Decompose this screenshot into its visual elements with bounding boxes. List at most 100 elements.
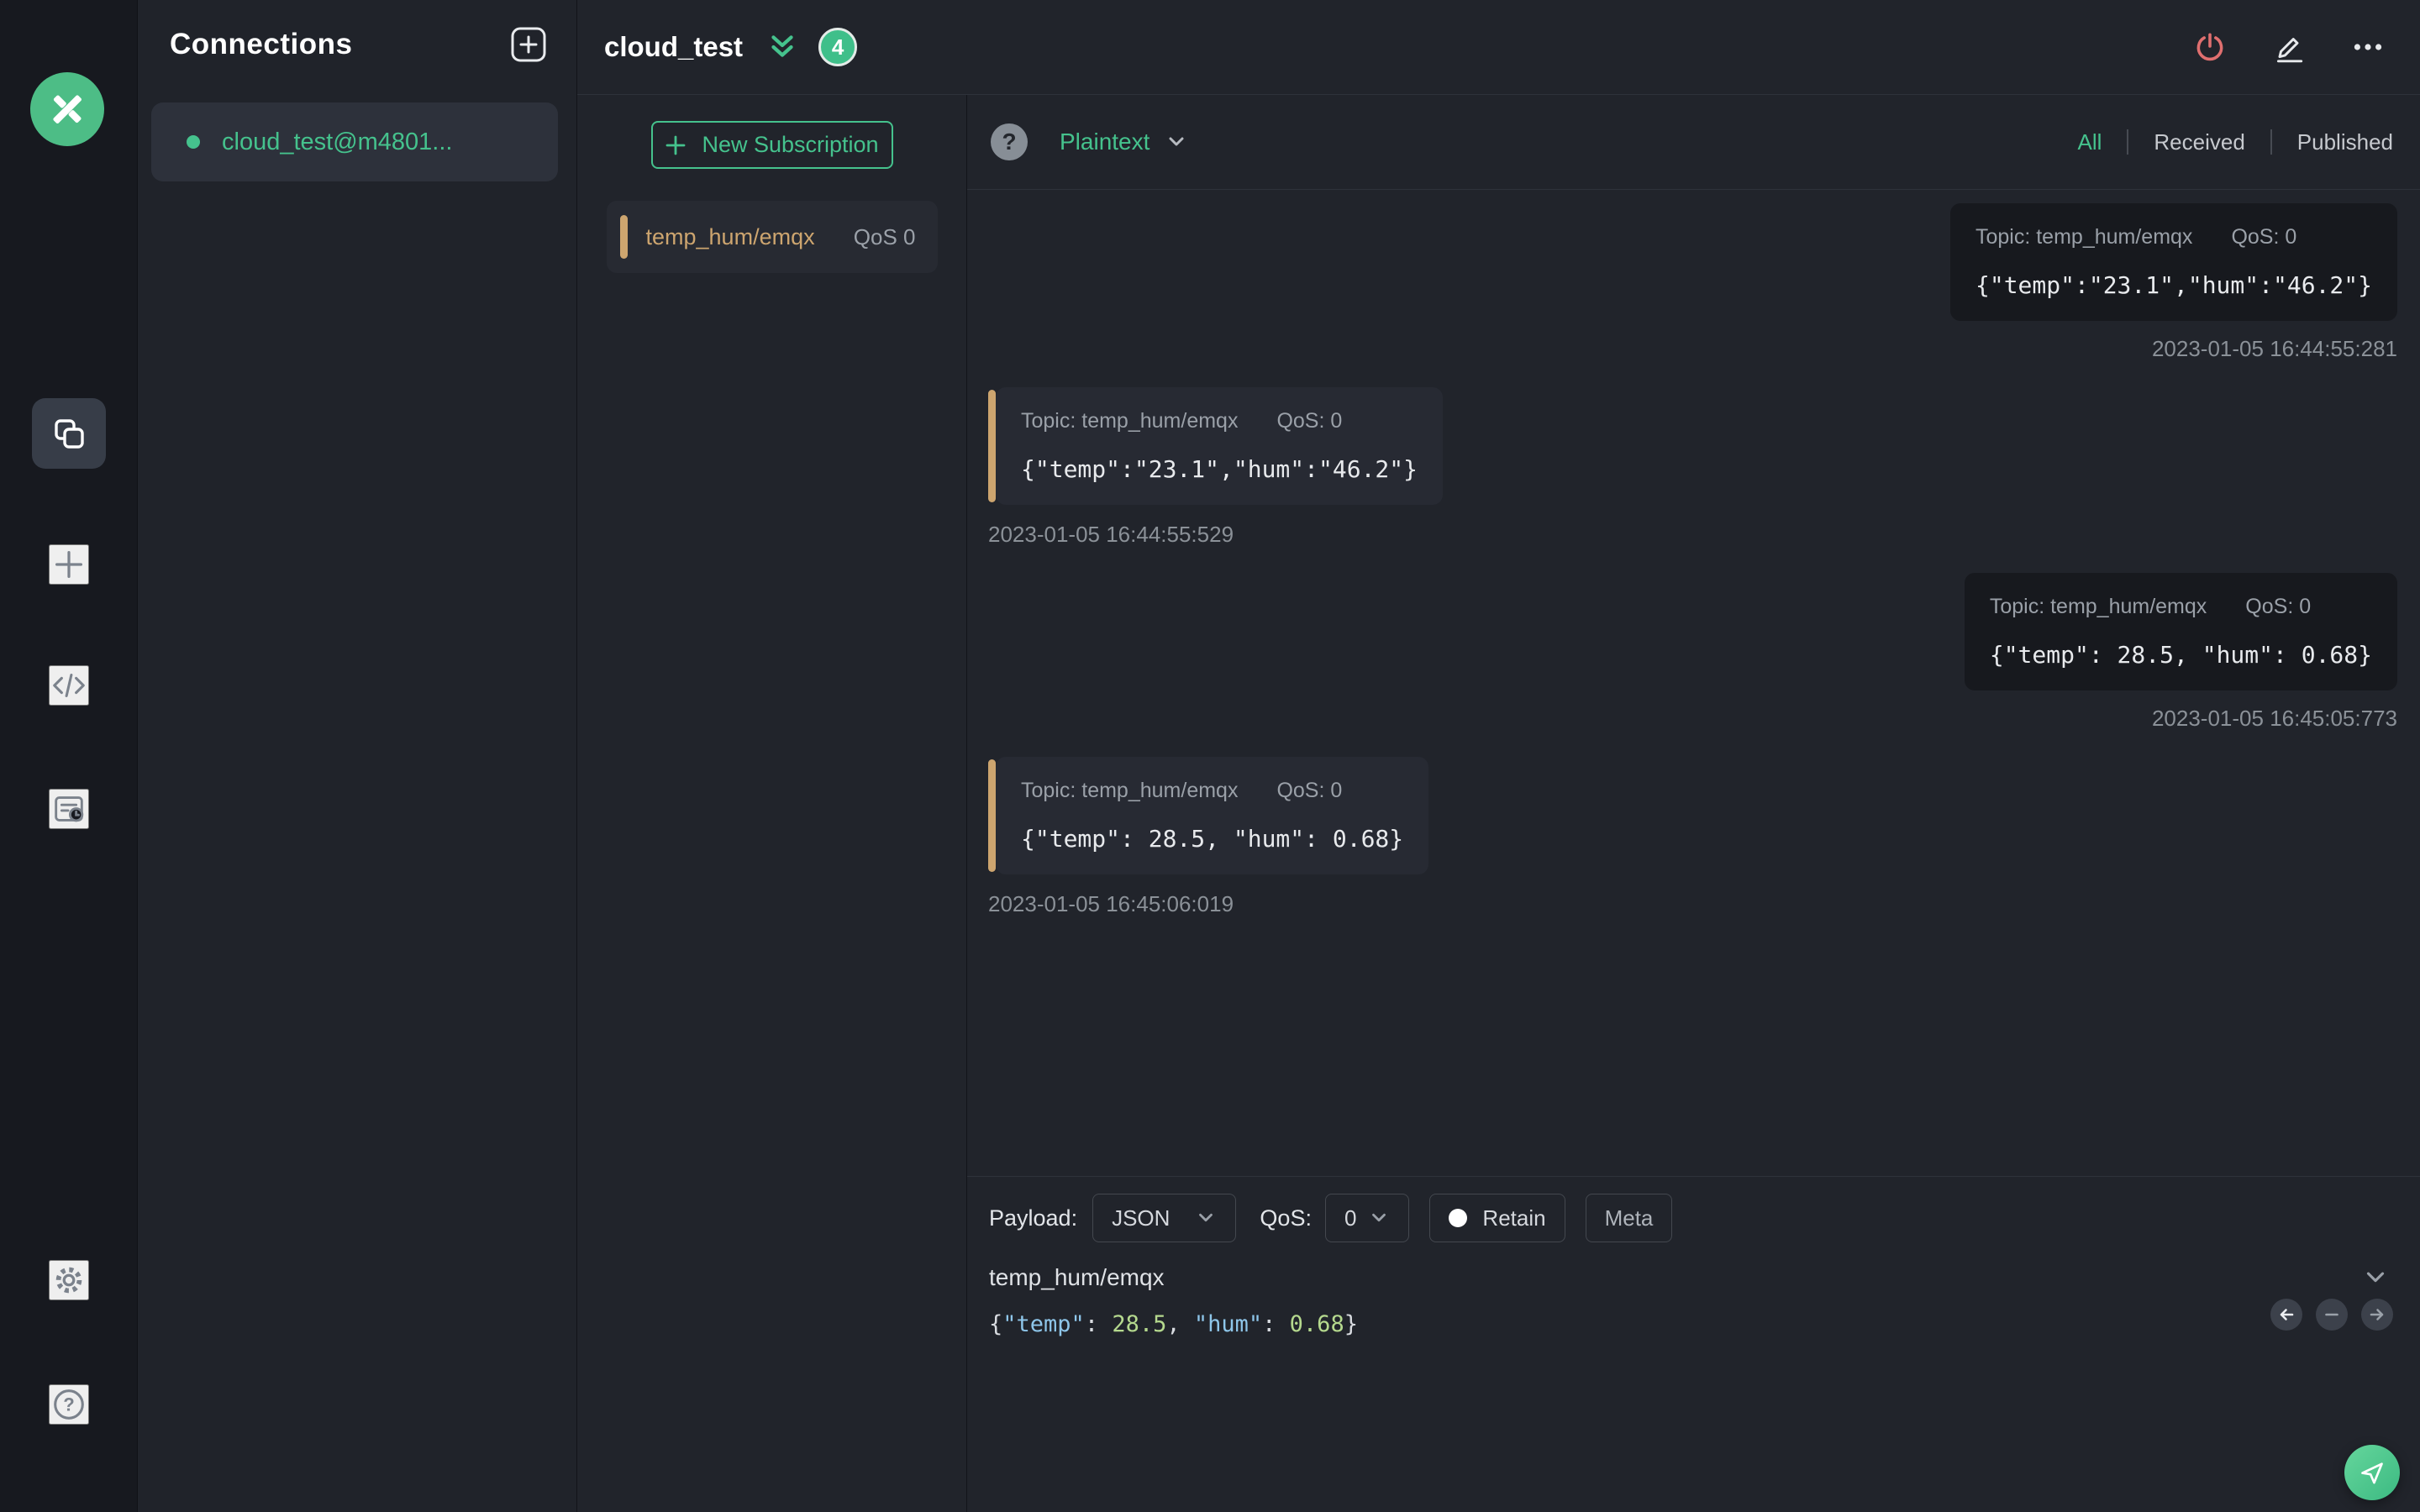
message-card: Topic: temp_hum/emqx QoS: 0 {"temp":"23.1… xyxy=(1949,203,2397,321)
filter-divider xyxy=(2127,129,2129,155)
history-next-button[interactable] xyxy=(2361,1299,2393,1331)
subscription-qos: QoS 0 xyxy=(853,223,916,249)
disconnect-button[interactable] xyxy=(2191,29,2228,66)
connected-status-dot xyxy=(187,135,200,149)
filter-divider xyxy=(2270,129,2272,155)
content-row: New Subscription temp_hum/emqx QoS 0 ? P… xyxy=(577,95,2420,1512)
qos-label: QoS: xyxy=(1260,1205,1312,1231)
publish-toolbar: Payload: JSON QoS: 0 Retain Meta xyxy=(989,1194,2390,1242)
message-qos: QoS: 0 xyxy=(1276,779,1343,802)
filter-received[interactable]: Received xyxy=(2154,129,2244,155)
more-options-button[interactable] xyxy=(2349,29,2386,66)
message-timestamp: 2023-01-05 16:45:05:773 xyxy=(2151,706,2397,731)
mqttx-logo-icon xyxy=(30,72,104,146)
add-connection-button[interactable] xyxy=(509,25,548,64)
editor-token: 0.68 xyxy=(1289,1311,1344,1337)
history-clear-button[interactable] xyxy=(2316,1299,2348,1331)
message-topic: Topic: temp_hum/emqx xyxy=(1021,409,1239,433)
message-published: Topic: temp_hum/emqx QoS: 0 {"temp":"23.1… xyxy=(1949,203,2397,362)
message-filters: All Received Published xyxy=(2077,129,2393,155)
topic-input-row: temp_hum/emqx xyxy=(989,1256,2390,1299)
edit-connection-button[interactable] xyxy=(2270,29,2307,66)
connection-item-label: cloud_test@m4801... xyxy=(222,128,453,155)
view-format-dropdown[interactable]: Plaintext xyxy=(1060,129,1188,155)
new-subscription-button[interactable]: New Subscription xyxy=(650,121,893,169)
message-bubble: Topic: temp_hum/emqx QoS: 0 {"temp": 28.5… xyxy=(988,757,1429,874)
message-qos: QoS: 0 xyxy=(1276,409,1343,433)
collapse-connection-button[interactable] xyxy=(766,31,798,63)
nav-log[interactable] xyxy=(49,789,89,829)
message-topic: Topic: temp_hum/emqx xyxy=(1989,595,2207,618)
topic-input[interactable]: temp_hum/emqx xyxy=(989,1264,2361,1291)
nav-script[interactable] xyxy=(49,665,89,706)
message-color-bar xyxy=(988,759,996,872)
connections-panel: Connections cloud_test@m4801... xyxy=(138,0,577,1512)
message-bubble: Topic: temp_hum/emqx QoS: 0 {"temp":"23.1… xyxy=(988,387,1444,505)
pencil-icon xyxy=(2271,29,2307,65)
message-card: Topic: temp_hum/emqx QoS: 0 {"temp":"23.1… xyxy=(996,387,1444,505)
message-topic: Topic: temp_hum/emqx xyxy=(1975,225,2193,249)
message-bubble: Topic: temp_hum/emqx QoS: 0 {"temp":"23.1… xyxy=(1949,203,2397,321)
arrow-right-icon xyxy=(2366,1304,2388,1326)
message-received: Topic: temp_hum/emqx QoS: 0 {"temp":"23.1… xyxy=(988,387,1444,548)
view-toolbar: ? Plaintext All Received Published xyxy=(967,95,2420,190)
expand-editor-chevron-icon[interactable] xyxy=(2361,1263,2390,1292)
retain-toggle[interactable]: Retain xyxy=(1429,1194,1565,1242)
message-payload: {"temp": 28.5, "hum": 0.68} xyxy=(1989,641,2372,669)
editor-token: "temp" xyxy=(1002,1311,1085,1337)
payload-format-dropdown[interactable]: JSON xyxy=(1092,1194,1237,1242)
message-meta: Topic: temp_hum/emqx QoS: 0 xyxy=(1021,779,1403,803)
arrow-left-icon xyxy=(2275,1304,2297,1326)
connections-title: Connections xyxy=(170,28,353,60)
message-list: Topic: temp_hum/emqx QoS: 0 {"temp":"23.1… xyxy=(967,190,2420,1176)
payload-label: Payload: xyxy=(989,1205,1078,1231)
nav-help[interactable]: ? xyxy=(49,1384,89,1425)
message-pane: ? Plaintext All Received Published Topic… xyxy=(967,95,2420,1512)
qos-dropdown[interactable]: 0 xyxy=(1324,1194,1410,1242)
minus-icon xyxy=(2321,1304,2343,1326)
icon-rail: ? xyxy=(0,0,138,1512)
connection-item[interactable]: cloud_test@m4801... xyxy=(151,102,558,181)
subscription-item[interactable]: temp_hum/emqx QoS 0 xyxy=(606,201,938,273)
connections-icon xyxy=(49,413,89,454)
payload-editor[interactable]: {"temp": 28.5, "hum": 0.68} xyxy=(989,1311,2390,1337)
plus-square-icon xyxy=(509,25,548,64)
log-icon xyxy=(50,790,88,828)
double-chevron-down-icon xyxy=(766,31,798,63)
message-qos: QoS: 0 xyxy=(2245,595,2312,618)
nav-new-connection[interactable] xyxy=(49,544,89,585)
filter-published[interactable]: Published xyxy=(2297,129,2393,155)
meta-label: Meta xyxy=(1604,1205,1654,1231)
history-prev-button[interactable] xyxy=(2270,1299,2302,1331)
message-payload: {"temp":"23.1","hum":"46.2"} xyxy=(1975,271,2372,299)
message-payload: {"temp":"23.1","hum":"46.2"} xyxy=(1021,455,1418,483)
editor-token: , xyxy=(1166,1311,1194,1337)
subscription-topic: temp_hum/emqx xyxy=(645,223,815,249)
subscriptions-column: New Subscription temp_hum/emqx QoS 0 xyxy=(577,95,967,1512)
qos-value: 0 xyxy=(1344,1205,1357,1231)
send-button[interactable] xyxy=(2344,1445,2400,1500)
chevron-down-icon xyxy=(1368,1207,1390,1229)
message-meta: Topic: temp_hum/emqx QoS: 0 xyxy=(1021,409,1418,433)
message-timestamp: 2023-01-05 16:44:55:281 xyxy=(2151,336,2397,361)
chevron-down-icon xyxy=(1195,1207,1217,1229)
editor-token: { xyxy=(989,1311,1003,1337)
filter-all[interactable]: All xyxy=(2077,129,2102,155)
plus-icon xyxy=(50,545,88,584)
editor-token: : xyxy=(1262,1311,1290,1337)
payload-help-icon[interactable]: ? xyxy=(991,123,1028,160)
view-format-value: Plaintext xyxy=(1060,129,1150,155)
svg-text:?: ? xyxy=(63,1394,74,1415)
nav-connections[interactable] xyxy=(32,398,106,469)
connections-header: Connections xyxy=(138,0,576,64)
editor-token: } xyxy=(1344,1311,1358,1337)
code-icon xyxy=(50,666,88,705)
payload-format-value: JSON xyxy=(1112,1205,1171,1231)
message-card: Topic: temp_hum/emqx QoS: 0 {"temp": 28.5… xyxy=(1964,573,2397,690)
connection-header: cloud_test 4 xyxy=(577,0,2420,95)
nav-settings[interactable] xyxy=(49,1260,89,1300)
gear-icon xyxy=(50,1261,88,1299)
main-area: cloud_test 4 New Subscription temp_hum/e… xyxy=(577,0,2420,1512)
help-icon: ? xyxy=(50,1385,88,1424)
meta-button[interactable]: Meta xyxy=(1585,1194,1673,1242)
